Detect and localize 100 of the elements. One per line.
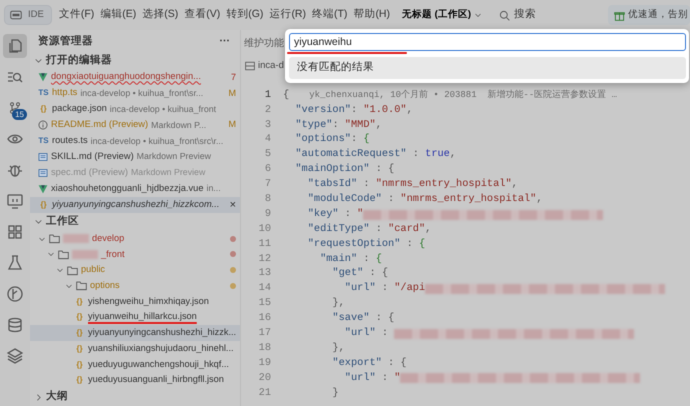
preview-icon xyxy=(38,168,48,178)
open-editor-item[interactable]: SKILL.md (Preview) Markdown Preview xyxy=(30,149,240,166)
menu-item[interactable]: 查看(V) xyxy=(181,5,224,25)
line-number: 20 xyxy=(258,370,272,386)
line-number: 7 xyxy=(264,177,272,192)
section-header[interactable]: 大纲 xyxy=(30,388,240,406)
menu-item[interactable]: 文件(F) xyxy=(56,5,98,25)
activity-button[interactable]: 15 xyxy=(3,96,27,120)
panel-title: 资源管理器 xyxy=(38,34,93,49)
menu-item[interactable]: 帮助(H) xyxy=(350,5,394,25)
folder-icon xyxy=(58,248,69,260)
open-editor-item[interactable]: TS routes.ts inca-develop • kuihua_front\src\r... xyxy=(30,133,240,150)
code-line: "url" : xyxy=(344,326,390,341)
activity-button[interactable] xyxy=(3,34,27,58)
file-name: package.json xyxy=(52,102,107,116)
line-number: 15 xyxy=(258,296,272,312)
blame-annotation: yk_chenxuanqi, 10个月前 • 203881 新增功能--医院运营参数设置 … xyxy=(309,88,618,102)
menu-item[interactable]: 运行(R) xyxy=(266,5,310,25)
file-name: README.md (Preview) xyxy=(51,118,148,132)
ts-icon: TS xyxy=(38,135,49,148)
status-letter: M xyxy=(228,86,236,100)
menu-item[interactable]: 终端(T) xyxy=(309,5,350,25)
braces-icon: {} xyxy=(74,296,85,308)
workspace-dropdown[interactable]: 无标题 (工作区) xyxy=(399,6,485,24)
folder-icon xyxy=(49,233,60,244)
file-item[interactable]: {} yueduyusuanguanli_hirbngfll.json xyxy=(30,372,240,388)
close-button[interactable]: × xyxy=(226,196,236,214)
code-line: "mainOption" : { xyxy=(294,162,394,178)
file-item[interactable]: {} yiyuanweihu_hillarkcu.json xyxy=(30,309,240,326)
result-item[interactable]: 没有匹配的结果 xyxy=(289,57,686,79)
code-line: { xyxy=(283,88,290,103)
file-item[interactable]: {} yishengweihu_himxhiqay.json xyxy=(30,294,240,310)
braces-icon: {} xyxy=(38,103,49,116)
status-dot xyxy=(230,282,236,289)
promo-banner[interactable]: 优速通，告别 xyxy=(608,4,690,26)
folder-name: options xyxy=(90,278,120,292)
open-editor-item[interactable]: {} yiyuanyunyingcanshushezhi_hizzkcom... × xyxy=(30,196,240,214)
file-name: dongxiaotuiguanghuodongshengin... xyxy=(51,70,201,84)
search-field[interactable]: yiyuanweihu xyxy=(289,33,686,51)
status-dot xyxy=(230,267,236,274)
grid-icon xyxy=(7,224,23,240)
folder-icon xyxy=(76,280,87,292)
code-line: "main" : { xyxy=(319,252,382,267)
code-line: "requestOption" : { xyxy=(306,236,426,252)
status-dot xyxy=(230,251,236,258)
line-number: 17 xyxy=(258,326,272,341)
file-item[interactable]: {} yuanshiliuxiangshujudaoru_hinehl... xyxy=(30,340,240,357)
editor-tab[interactable]: 维护功能 xyxy=(244,36,284,50)
file-path: in... xyxy=(206,182,221,196)
menu-item[interactable]: 转到(G) xyxy=(223,5,266,25)
file-name: routes.ts xyxy=(52,134,88,148)
menu-item[interactable]: 编辑(E) xyxy=(97,5,140,25)
folder-item[interactable]: _front xyxy=(30,246,240,262)
open-editor-item[interactable]: dongxiaotuiguanghuodongshengin... 7 xyxy=(30,70,240,86)
folder-name: develop xyxy=(92,232,124,245)
file-name: yiyuanyunyingcanshushezhi_hizzk... xyxy=(88,326,236,340)
line-number: 14 xyxy=(258,281,272,296)
section-header[interactable]: 工作区 xyxy=(30,213,240,231)
file-path: Markdown P... xyxy=(151,118,206,132)
redaction-block xyxy=(63,234,89,244)
gift-icon xyxy=(614,10,625,20)
status-letter: M xyxy=(228,118,236,132)
line-number: 21 xyxy=(258,386,272,401)
section-header[interactable]: 打开的编辑器 xyxy=(30,52,240,70)
file-path: Markdown Preview xyxy=(136,150,211,164)
braces-icon: {} xyxy=(74,311,85,324)
folder-icon xyxy=(67,264,78,276)
line-number: 1 xyxy=(264,88,272,103)
file-item[interactable]: {} yiyuanyunyingcanshushezhi_hizzk... xyxy=(30,325,240,341)
file-path: inca-develop • kuihua_front\sr... xyxy=(80,86,204,100)
line-number: 6 xyxy=(264,162,272,178)
file-item[interactable]: {} yueduyuguwanchengshouji_hkqf... xyxy=(30,356,240,372)
layers-icon xyxy=(7,348,23,364)
folder-name: _front xyxy=(101,248,124,261)
monitor-icon xyxy=(7,193,23,209)
code-line: "url" : "/api xyxy=(344,281,426,296)
search-button[interactable]: 搜索 xyxy=(492,6,542,24)
menu-item[interactable]: 选择(S) xyxy=(139,5,182,25)
v-logo-icon xyxy=(38,184,48,194)
ts-icon: TS xyxy=(38,87,49,100)
files-icon xyxy=(7,38,23,54)
open-editor-item[interactable]: xiaoshouhetongguanli_hjdbezzja.vue in... xyxy=(30,180,240,197)
line-number: 3 xyxy=(264,118,272,133)
file-name: yuanshiliuxiangshujudaoru_hinehl... xyxy=(88,342,234,355)
flask-icon xyxy=(7,255,23,271)
window-icon xyxy=(9,9,23,21)
code-line: "url" : " xyxy=(344,370,400,386)
breadcrumb-item[interactable]: inca-d xyxy=(258,58,284,74)
line-number: 11 xyxy=(258,236,272,252)
braces-icon: {} xyxy=(74,342,85,355)
file-name: yueduyuguwanchengshouji_hkqf... xyxy=(88,358,229,371)
code-line: "export" : { xyxy=(331,356,407,371)
code-line: "get" : { xyxy=(331,266,388,282)
file-path: inca-develop • kuihua_front\src\r... xyxy=(90,134,224,148)
more-button[interactable]: ··· xyxy=(220,34,230,50)
ide-toggle[interactable]: IDE xyxy=(4,4,52,26)
file-path: inca-develop • kuihua_front xyxy=(110,102,216,116)
folder-item[interactable]: develop xyxy=(30,230,240,247)
open-editor-item[interactable]: {} package.json inca-develop • kuihua_front xyxy=(30,101,240,118)
panel-icon xyxy=(245,61,255,71)
